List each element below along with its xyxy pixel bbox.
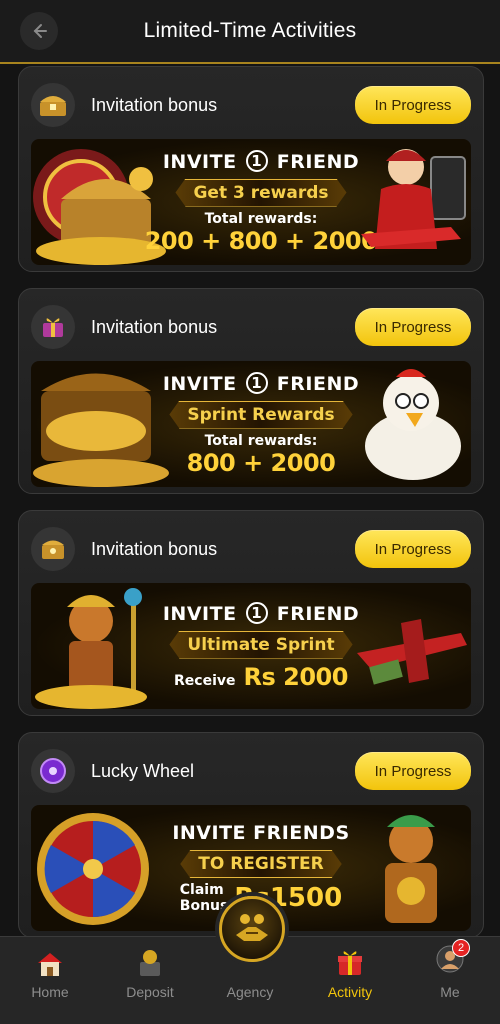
banner-friend-text: FRIEND [276,372,360,395]
nav-activity[interactable]: Activity [300,937,400,1024]
activity-title: Lucky Wheel [91,760,195,781]
agency-center-button[interactable] [219,896,285,962]
nav-label: Home [31,984,69,1000]
nav-label: Deposit [126,984,174,1000]
banner-bonus: Bonus [179,898,229,914]
chicken-art [365,369,461,480]
nav-label: Activity [327,984,373,1000]
banner-subtitle: Total rewards: [204,432,318,449]
prize-wheel-art [37,813,149,925]
avatar: 2 [436,939,470,978]
banner-friend-text: FRIEND [276,150,360,173]
nav-label: Me [440,984,460,1000]
arrow-left-icon [33,24,47,38]
banner-invite-text: INVITE [162,372,237,395]
banner-ribbon: Sprint Rewards [169,401,352,429]
activity-banner[interactable]: INVITE 1 FRIEND Sprint Rewards Total rew… [31,361,471,487]
notification-badge: 2 [452,939,470,957]
banner-subtitle: Total rewards: [204,210,318,227]
activity-card[interactable]: Invitation bonus In Progress INVITE 1 FR… [18,288,484,494]
banner-number: 1 [245,149,268,172]
agency-handshake-icon [236,914,268,941]
nav-label: Agency [226,984,274,1000]
in-progress-button[interactable]: In Progress [355,86,471,124]
banner-number: 1 [245,371,268,394]
plane-art [357,619,467,685]
banner-amount: Rs 2000 [243,662,349,691]
banner-amount: 800 + 2000 [186,448,336,477]
warrior-art [385,815,437,923]
coin-chest-art [33,373,169,487]
in-progress-button[interactable]: In Progress [355,530,471,568]
page-title: Limited-Time Activities [143,19,357,42]
back-button[interactable] [20,12,58,50]
deposit-icon [140,950,160,976]
treasure-box-icon [31,527,75,571]
lucky-wheel-icon [31,749,75,793]
activity-banner[interactable]: INVITE 1 FRIEND Get 3 rewards Total rewa… [31,139,471,265]
gift-icon [31,305,75,349]
aztec-warrior-art [35,588,147,709]
banner-friend-text: FRIEND [276,602,360,625]
in-progress-button[interactable]: In Progress [355,752,471,790]
in-progress-button[interactable]: In Progress [355,308,471,346]
home-icon [38,953,62,976]
banner-invite-text: INVITE [162,150,237,173]
activity-banner[interactable]: INVITE 1 FRIEND Ultimate Sprint Receive … [31,583,471,709]
banner-ribbon: Ultimate Sprint [169,631,352,659]
banner-amount: 200 + 800 + 2000 [144,226,378,255]
nav-home[interactable]: Home [0,937,100,1024]
treasure-chest-icon [31,83,75,127]
banner-invite-friends: INVITE FRIENDS [172,822,350,844]
banner-invite-text: INVITE [162,602,237,625]
nav-deposit[interactable]: Deposit [100,937,200,1024]
banner-ribbon: Get 3 rewards [175,179,346,207]
banner-subtitle: Receive [174,672,236,689]
activity-list: Invitation bonus In Progress INVITE 1 FR… [18,66,484,954]
activity-card[interactable]: Invitation bonus In Progress INVITE 1 FR… [18,510,484,716]
activity-card[interactable]: Invitation bonus In Progress INVITE 1 FR… [18,66,484,272]
activity-title: Invitation bonus [91,538,218,559]
activity-title: Invitation bonus [91,94,218,115]
pilot-art [361,149,466,249]
activity-title: Invitation bonus [91,316,218,337]
banner-number: 1 [245,601,268,624]
nav-me[interactable]: 2 Me [400,937,500,1024]
top-bar: Limited-Time Activities [0,0,500,64]
gift-box-icon [338,951,362,975]
banner-claim: Claim [179,882,224,898]
banner-ribbon: TO REGISTER [180,850,342,878]
